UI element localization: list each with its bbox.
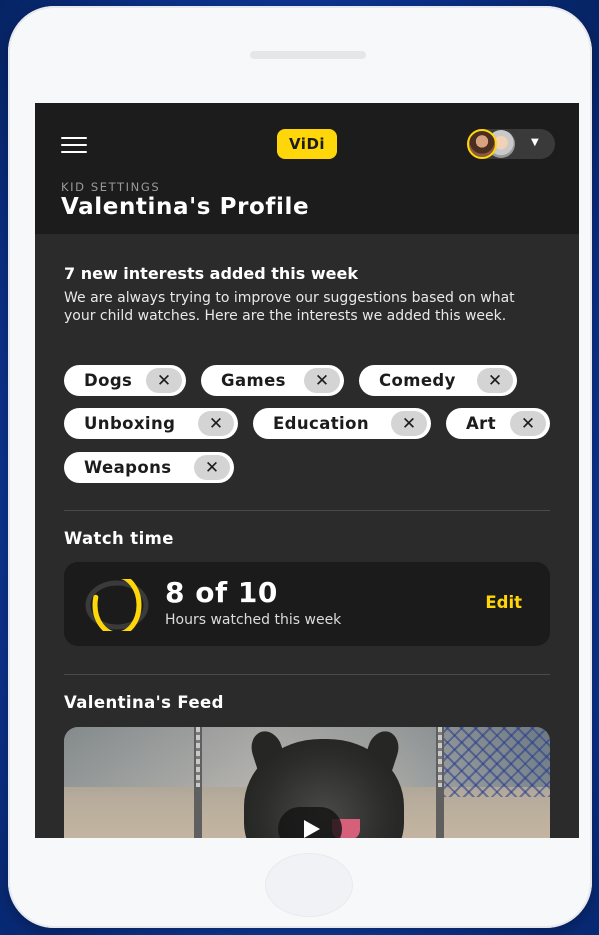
close-icon[interactable]: ✕ [146,368,182,393]
thumbnail-chain [438,727,442,787]
watch-time-card: 8 of 10 Hours watched this week Edit [64,562,550,646]
close-icon[interactable]: ✕ [477,368,513,393]
interests-description: We are always trying to improve our sugg… [64,290,515,324]
chip-label: Dogs [84,371,133,390]
phone-speaker [250,51,366,59]
chip-label: Art [466,414,496,433]
edit-watch-time-button[interactable]: Edit [485,593,522,612]
watch-time-heading: Watch time [64,529,174,548]
interest-chip-unboxing: Unboxing ✕ [64,408,238,439]
interests-heading: 7 new interests added this week [64,264,358,283]
interest-chip-education: Education ✕ [253,408,431,439]
watch-time-caption: Hours watched this week [165,612,342,628]
section-label: KID SETTINGS [61,180,161,194]
phone-frame: ViDi ▼ KID SETTINGS Valentina's Profile … [8,6,592,928]
chip-label: Education [273,414,369,433]
account-switcher[interactable]: ▼ [467,129,555,159]
divider [64,510,550,511]
page-title: Valentina's Profile [61,194,310,220]
close-icon[interactable]: ✕ [198,411,234,436]
thumbnail-net [444,727,550,797]
chip-label: Games [221,371,286,390]
feed-video-thumbnail[interactable] [64,727,550,838]
chip-label: Comedy [379,371,456,390]
chevron-down-icon: ▼ [531,137,539,148]
close-icon[interactable]: ✕ [304,368,340,393]
close-icon[interactable]: ✕ [510,411,546,436]
thumbnail-chain [196,727,200,787]
feed-heading: Valentina's Feed [64,693,224,712]
watch-time-value: 8 of 10 [165,576,278,609]
interest-chip-comedy: Comedy ✕ [359,365,517,396]
avatar-valentina [467,129,497,159]
hamburger-menu-icon[interactable] [61,136,87,154]
app-header: ViDi ▼ KID SETTINGS Valentina's Profile [35,103,579,234]
play-icon[interactable] [278,807,342,838]
watch-time-progress-ring [85,579,149,631]
interest-chip-art: Art ✕ [446,408,550,439]
chip-label: Unboxing [84,414,176,433]
interest-chip-dogs: Dogs ✕ [64,365,186,396]
close-icon[interactable]: ✕ [194,455,230,480]
chip-label: Weapons [84,458,172,477]
vidi-logo[interactable]: ViDi [277,129,337,159]
interest-chip-games: Games ✕ [201,365,344,396]
close-icon[interactable]: ✕ [391,411,427,436]
interest-chip-weapons: Weapons ✕ [64,452,234,483]
phone-home-button [266,854,352,916]
app-screen: ViDi ▼ KID SETTINGS Valentina's Profile … [35,103,579,838]
divider [64,674,550,675]
